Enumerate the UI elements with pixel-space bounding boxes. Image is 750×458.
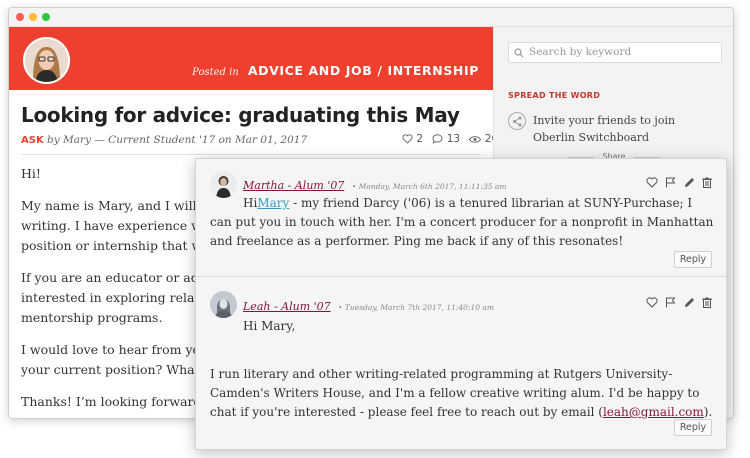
search-icon	[514, 48, 524, 58]
post-author[interactable]: Mary — Current Student '17	[63, 134, 215, 146]
close-window-button[interactable]	[16, 13, 24, 21]
divider	[21, 154, 481, 155]
comment-author[interactable]: Martha - Alum '07	[243, 179, 344, 192]
like-heart-icon[interactable]	[646, 177, 658, 188]
comment: Martha - Alum '07 • Monday, March 6th 20…	[196, 159, 726, 277]
edit-pencil-icon[interactable]	[684, 297, 695, 308]
email-link[interactable]: leah@gmail.com	[603, 405, 704, 419]
search-input[interactable]: Search by keyword	[508, 42, 722, 63]
by-label: by	[47, 134, 60, 146]
likes-count: 2	[416, 133, 424, 145]
search-placeholder: Search by keyword	[529, 46, 632, 58]
comment-icon	[432, 134, 443, 145]
post-type-badge[interactable]: ASK	[21, 135, 44, 146]
comment-greeting: Hi Mary,	[243, 319, 296, 333]
post-date: Mar 01, 2017	[235, 134, 308, 146]
spread-heading: SPREAD THE WORD	[508, 91, 601, 100]
maximize-window-button[interactable]	[42, 13, 50, 21]
reply-button[interactable]: Reply	[674, 251, 712, 268]
window-titlebar	[9, 8, 733, 27]
on-label: on	[218, 134, 232, 146]
reply-button[interactable]: Reply	[674, 419, 712, 436]
category-link[interactable]: ADVICE AND JOB / INTERNSHIP	[248, 63, 479, 78]
invite-text: Invite your friends to join Oberlin Swit…	[533, 114, 676, 144]
flag-icon[interactable]	[665, 297, 676, 308]
comment-text: I run literary and other writing-related…	[210, 365, 715, 422]
comment-date: • Tuesday, March 7th 2017, 11:40:10 am	[338, 303, 494, 312]
author-avatar[interactable]	[23, 37, 70, 84]
minimize-window-button[interactable]	[29, 13, 37, 21]
edit-pencil-icon[interactable]	[684, 177, 695, 188]
comment-header: Martha - Alum '07 • Monday, March 6th 20…	[243, 176, 507, 194]
eye-icon	[469, 136, 482, 143]
post-header-banner: Posted in ADVICE AND JOB / INTERNSHIP	[9, 27, 493, 90]
comments-stat[interactable]: 13	[432, 133, 460, 145]
comment-header: Leah - Alum '07 • Tuesday, March 7th 201…	[243, 297, 494, 315]
post-title: Looking for advice: graduating this May	[21, 103, 460, 127]
heart-icon	[402, 134, 413, 144]
comments-panel: Martha - Alum '07 • Monday, March 6th 20…	[195, 158, 727, 450]
like-heart-icon[interactable]	[646, 297, 658, 308]
posted-in-line: Posted in ADVICE AND JOB / INTERNSHIP	[192, 60, 479, 79]
flag-icon[interactable]	[665, 177, 676, 188]
mention-link[interactable]: Mary	[257, 196, 289, 210]
trash-icon[interactable]	[702, 177, 712, 188]
commenter-avatar[interactable]	[210, 291, 237, 318]
likes-stat[interactable]: 2	[402, 133, 423, 145]
comments-count: 13	[446, 133, 461, 145]
comment-text-part: Hi	[243, 196, 258, 210]
comment-text: Hi Mary - my friend Darcy ('06) is a ten…	[210, 194, 715, 251]
comment: Leah - Alum '07 • Tuesday, March 7th 201…	[196, 277, 726, 451]
posted-in-prefix: Posted in	[192, 67, 239, 78]
comment-text-part: ).	[703, 405, 713, 419]
comment-author[interactable]: Leah - Alum '07	[243, 300, 331, 313]
comment-date: • Monday, March 6th 2017, 11:11:35 am	[351, 182, 507, 191]
post-stats: 2 13 260	[396, 133, 505, 145]
comment-actions	[643, 175, 712, 193]
comment-actions	[643, 295, 712, 313]
share-icon	[508, 112, 526, 130]
trash-icon[interactable]	[702, 297, 712, 308]
post-meta: ASK by Mary — Current Student '17 on Mar…	[21, 134, 307, 146]
